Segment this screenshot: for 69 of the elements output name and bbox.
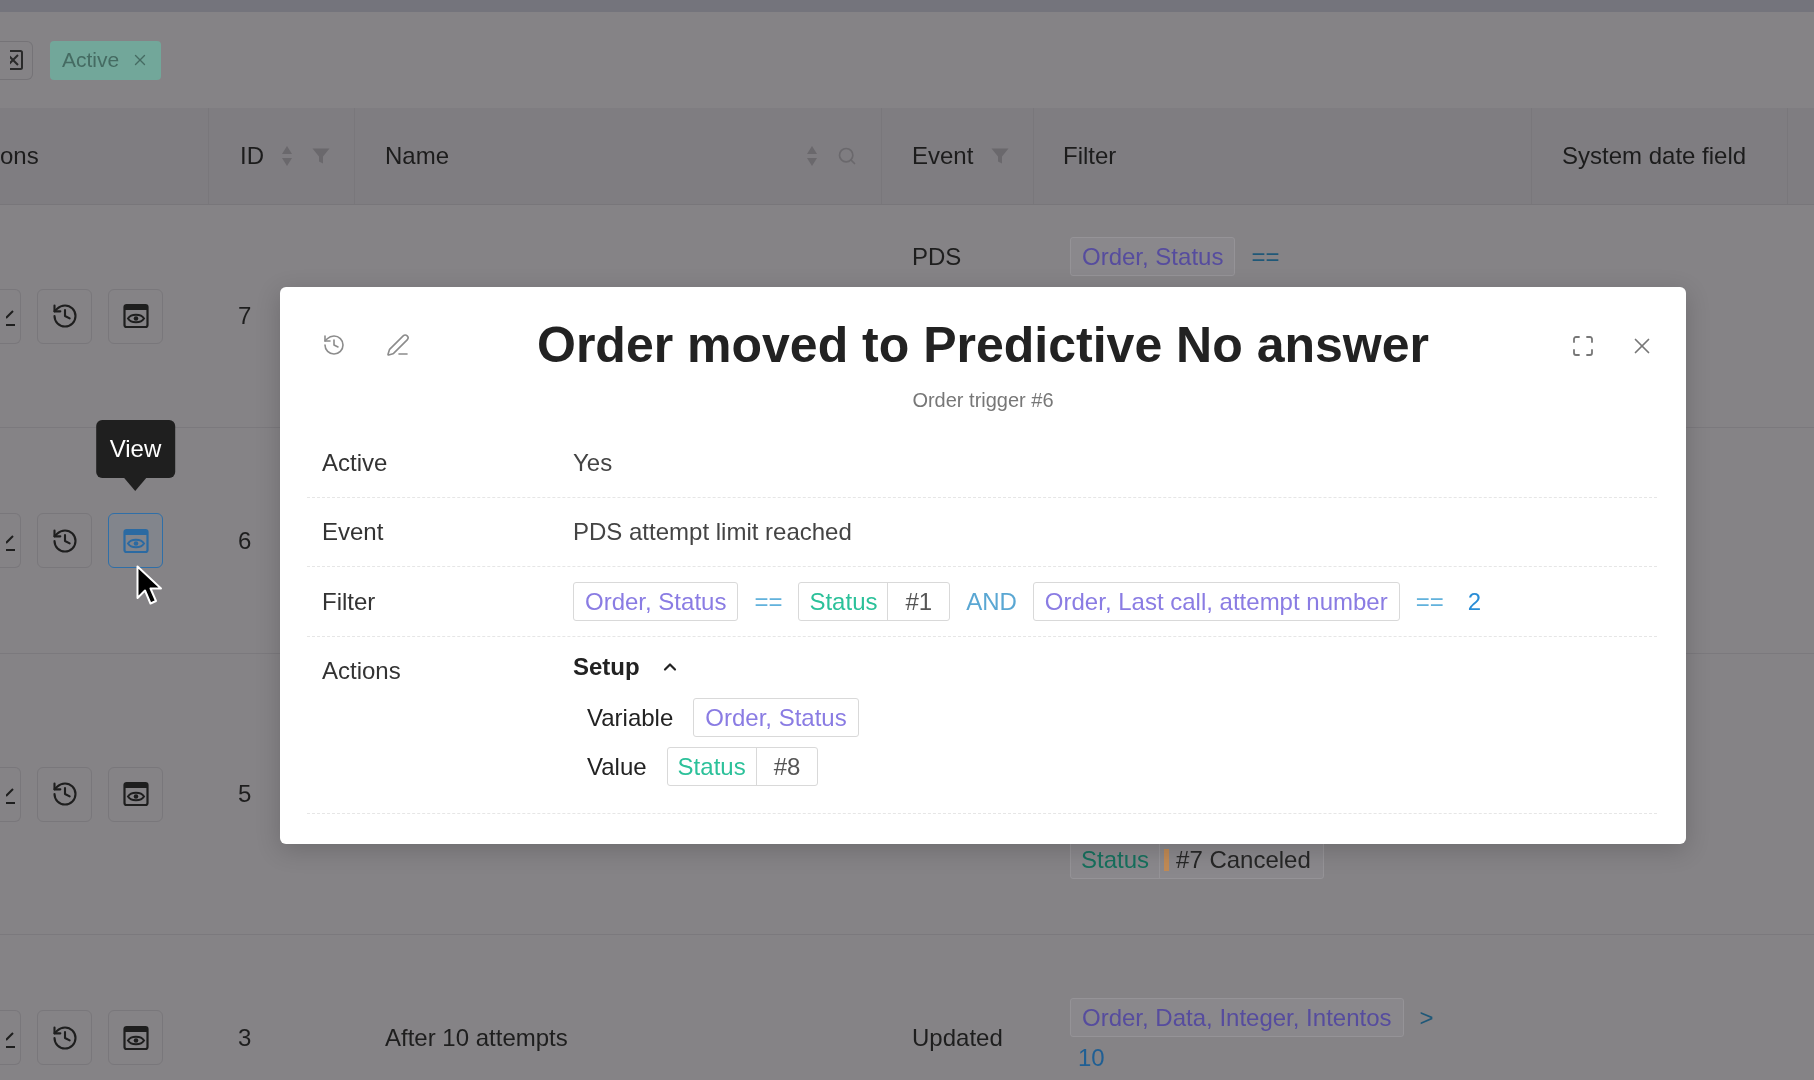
field-label: Active xyxy=(322,448,388,478)
column-title: ID xyxy=(240,142,264,170)
status-value: #7 Canceled xyxy=(1176,845,1311,874)
field-tag: Order, Last call, attempt number xyxy=(1032,582,1400,621)
field-label: Actions xyxy=(322,656,401,686)
value-text: 10 xyxy=(1077,1043,1106,1073)
row-id: 3 xyxy=(238,1023,252,1052)
edit-button[interactable] xyxy=(0,766,21,822)
view-button[interactable] xyxy=(108,1010,163,1065)
history-icon xyxy=(50,780,79,808)
item-label: Variable xyxy=(587,702,674,733)
edit-button[interactable] xyxy=(0,1010,21,1065)
history-icon xyxy=(50,302,79,330)
window-eye-icon xyxy=(122,303,149,329)
field-label: Event xyxy=(322,517,384,547)
status-value: #1 xyxy=(905,586,933,617)
operator-text: == xyxy=(1415,586,1444,617)
setup-toggle[interactable]: Setup xyxy=(573,652,680,682)
event-name: PDS xyxy=(912,242,962,272)
field-tag: Order, Status xyxy=(693,698,859,737)
event-name: Updated xyxy=(912,1023,1003,1053)
row-id: 6 xyxy=(238,526,252,555)
status-value: #8 xyxy=(773,751,801,782)
chip-label: Active xyxy=(62,48,120,72)
value-text: 2 xyxy=(1466,586,1483,617)
status-label: Status xyxy=(1080,844,1151,875)
column-title: Event xyxy=(912,142,974,170)
clear-button[interactable] xyxy=(0,40,33,80)
row-id: 7 xyxy=(238,302,252,330)
cursor-icon xyxy=(136,565,163,606)
status-label: Status xyxy=(676,751,747,782)
dialog-subtitle: Order trigger #6 xyxy=(911,388,1055,412)
field-value: PDS attempt limit reached xyxy=(573,517,852,547)
view-button[interactable] xyxy=(108,766,163,822)
field-label: Filter xyxy=(322,586,376,617)
dialog-title: Order moved to Predictive No answer xyxy=(537,316,1429,375)
field-value: Yes xyxy=(573,448,613,478)
field-tag: Order, Status xyxy=(573,582,739,621)
edit-button[interactable] xyxy=(0,513,21,568)
window-eye-icon xyxy=(122,527,149,554)
history-button[interactable] xyxy=(37,766,92,822)
column-title: Name xyxy=(385,142,450,170)
operator-text: > xyxy=(1419,1002,1434,1033)
history-icon[interactable] xyxy=(322,333,346,357)
history-icon xyxy=(50,1023,79,1052)
edit-icon[interactable] xyxy=(386,333,410,357)
column-title: System date field xyxy=(1562,142,1747,170)
logic-operator: AND xyxy=(966,586,1017,617)
operator-text: == xyxy=(754,586,783,617)
history-button[interactable] xyxy=(37,1010,92,1065)
field-tag: Order, Data, Integer, Intentos xyxy=(1070,998,1404,1037)
item-label: Value xyxy=(587,751,647,782)
history-button[interactable] xyxy=(37,513,92,568)
x-box-icon xyxy=(10,49,26,71)
status-label: Status xyxy=(808,586,879,617)
row-id: 5 xyxy=(238,780,252,808)
history-button[interactable] xyxy=(37,288,92,344)
window-eye-icon xyxy=(122,781,149,807)
edit-button[interactable] xyxy=(0,288,21,344)
trigger-name: After 10 attempts xyxy=(385,1023,568,1052)
view-button[interactable] xyxy=(108,288,163,344)
field-tag: Order, Status xyxy=(1070,237,1236,276)
history-icon xyxy=(50,526,79,555)
operator-text: == xyxy=(1251,241,1280,272)
column-title: Filter xyxy=(1063,142,1117,170)
expand-icon[interactable] xyxy=(1571,334,1595,358)
window-eye-icon xyxy=(122,1024,149,1051)
column-title: ons xyxy=(0,142,39,170)
tooltip: View xyxy=(95,420,176,491)
